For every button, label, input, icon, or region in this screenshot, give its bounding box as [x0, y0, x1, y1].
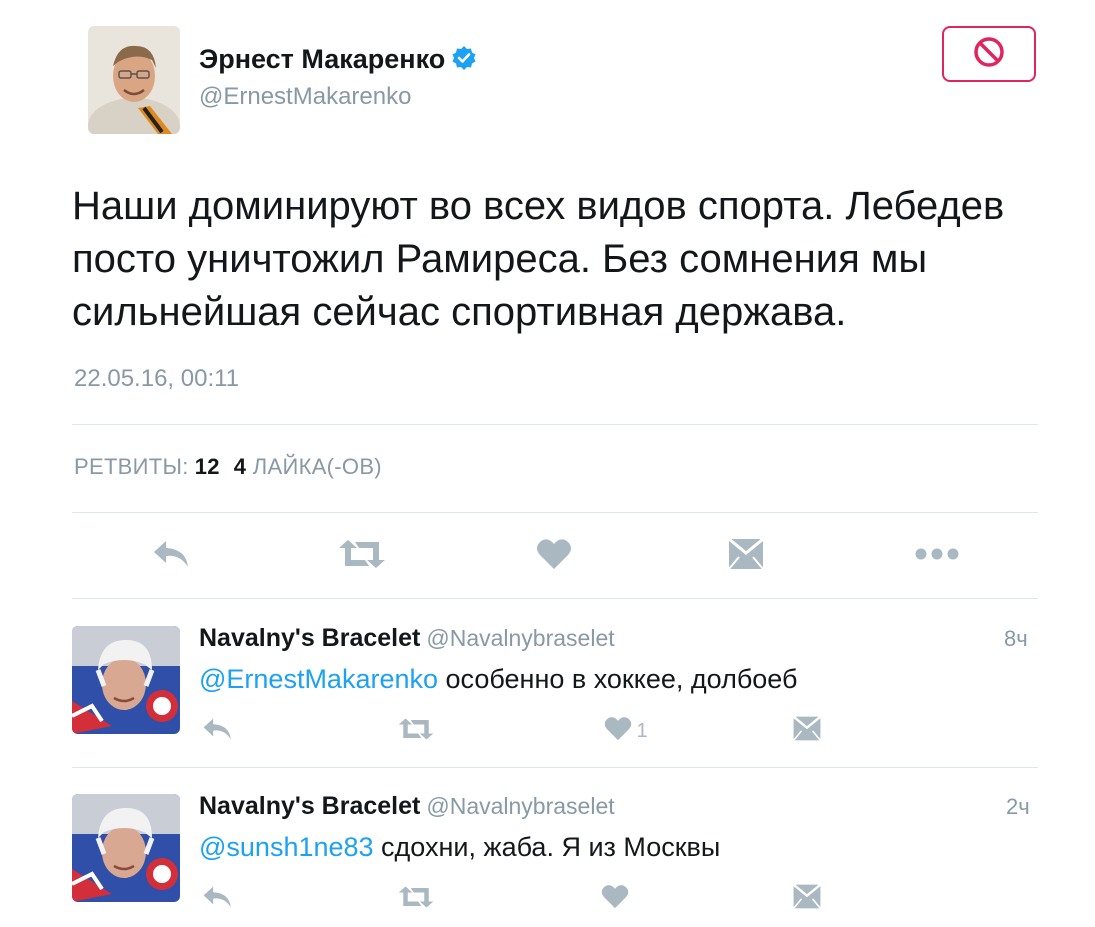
reply-body: сдохни, жаба. Я из Москвы — [373, 832, 721, 862]
tweet-stats: РЕТВИТЫ: 12 4 ЛАЙКА(-ОВ) — [74, 454, 382, 480]
direct-message-button[interactable] — [724, 536, 768, 576]
reply-author-name[interactable]: Navalny's Bracelet — [199, 624, 420, 652]
reply-icon — [202, 885, 234, 914]
reply-body: особенно в хоккее, долбоеб — [438, 664, 798, 694]
tweet-timestamp: 22.05.16, 00:11 — [74, 365, 240, 392]
reply-time[interactable]: 8ч — [1004, 626, 1028, 652]
author-handle[interactable]: @ErnestMakarenko — [199, 83, 411, 111]
reply-text: @sunsh1ne83 сдохни, жаба. Я из Москвы — [199, 832, 720, 863]
divider — [72, 424, 1038, 425]
reply-text: @ErnestMakarenko особенно в хоккее, долб… — [199, 664, 797, 695]
like-button[interactable] — [532, 536, 576, 576]
block-icon — [972, 35, 1006, 74]
retweet-button[interactable] — [396, 884, 436, 914]
retweets-stat[interactable]: РЕТВИТЫ: 12 — [74, 454, 220, 479]
like-button[interactable] — [598, 884, 632, 914]
divider — [72, 512, 1038, 513]
like-icon — [601, 884, 629, 914]
like-count: 1 — [636, 719, 648, 742]
reply-mention-link[interactable]: @sunsh1ne83 — [199, 832, 374, 862]
reply-author-name[interactable]: Navalny's Bracelet — [199, 792, 420, 820]
reply-author-handle[interactable]: @Navalnybraselet — [426, 625, 614, 651]
likes-count: 4 — [233, 454, 247, 479]
like-icon — [536, 538, 572, 575]
retweet-icon — [337, 538, 387, 575]
author-name-row[interactable]: Эрнест Макаренко — [199, 44, 477, 78]
reply-time[interactable]: 2ч — [1006, 794, 1030, 820]
more-icon — [915, 547, 959, 565]
more-button[interactable] — [912, 536, 962, 576]
reply-mention-link[interactable]: @ErnestMakarenko — [199, 664, 438, 694]
reply-button[interactable] — [200, 716, 236, 746]
reply-button[interactable] — [148, 536, 196, 576]
divider — [72, 767, 1038, 768]
direct-message-icon — [727, 537, 765, 576]
like-icon — [604, 716, 632, 746]
tweet-text: Наши доминируют во всех видов спорта. Ле… — [72, 184, 1005, 334]
verified-badge-icon — [451, 45, 477, 78]
author-avatar[interactable] — [88, 26, 180, 134]
direct-message-button[interactable] — [790, 715, 824, 747]
direct-message-button[interactable] — [790, 883, 824, 915]
reply-button[interactable] — [200, 884, 236, 914]
like-button[interactable]: 1 — [598, 716, 654, 746]
reply-author-handle[interactable]: @Navalnybraselet — [426, 793, 614, 819]
author-name[interactable]: Эрнест Макаренко — [199, 44, 445, 74]
reply-avatar[interactable] — [72, 626, 180, 734]
retweet-icon — [397, 717, 435, 746]
likes-stat[interactable]: 4 ЛАЙКА(-ОВ) — [234, 454, 382, 479]
retweets-label: РЕТВИТЫ: — [74, 454, 189, 479]
reply-icon — [202, 717, 234, 746]
reply-author[interactable]: Navalny's Bracelet @Navalnybraselet — [199, 624, 615, 653]
direct-message-icon — [792, 883, 822, 915]
direct-message-icon — [792, 715, 822, 747]
retweets-count: 12 — [194, 454, 220, 479]
retweet-button[interactable] — [334, 536, 390, 576]
retweet-button[interactable] — [396, 716, 436, 746]
likes-label: ЛАЙКА(-ОВ) — [252, 454, 382, 479]
retweet-icon — [397, 885, 435, 914]
divider — [72, 598, 1038, 599]
reply-author[interactable]: Navalny's Bracelet @Navalnybraselet — [199, 792, 615, 821]
blocked-button[interactable] — [942, 26, 1036, 82]
reply-icon — [152, 539, 192, 574]
reply-avatar[interactable] — [72, 794, 180, 902]
